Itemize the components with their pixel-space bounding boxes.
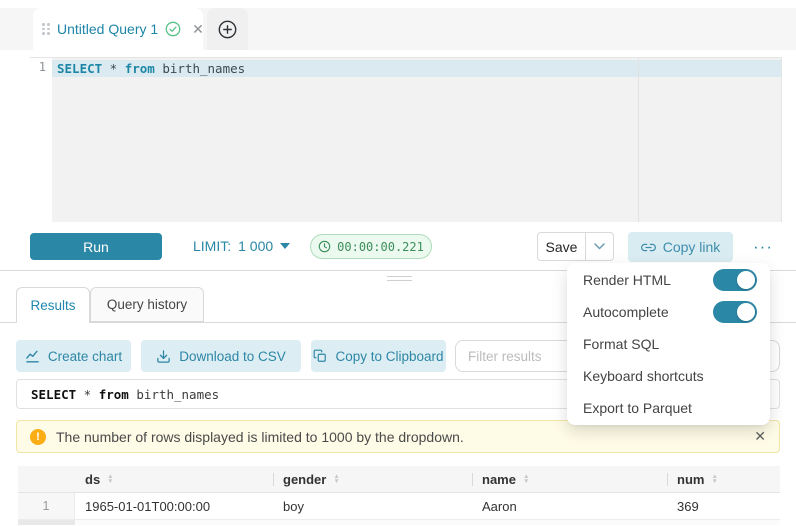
elapsed-time: 00:00:00.221 [337, 240, 424, 254]
row-index-header [18, 466, 75, 492]
copy-link-label: Copy link [663, 239, 721, 255]
chevron-down-icon [594, 243, 605, 250]
sql-table-name: birth_names [155, 61, 245, 76]
save-button[interactable]: Save [537, 232, 586, 261]
editor-print-margin [638, 58, 639, 222]
sort-icon[interactable]: ▲▼ [523, 474, 529, 485]
cell-ds: 1965-01-01T00:00:00 [75, 493, 273, 519]
editor-code-line: SELECT * from birth_names [57, 60, 245, 77]
caret-down-icon [280, 243, 290, 249]
chart-icon [25, 349, 40, 364]
column-divider [273, 473, 274, 486]
copy-link-button[interactable]: Copy link [628, 232, 733, 262]
copy-icon [313, 349, 327, 363]
tab-results[interactable]: Results [16, 287, 90, 323]
column-header-gender[interactable]: gender ▲▼ [273, 466, 472, 492]
sql-keyword: SELECT [31, 387, 76, 402]
create-chart-label: Create chart [48, 349, 122, 364]
sql-keyword: SELECT [57, 61, 102, 76]
column-label: ds [85, 472, 100, 487]
column-label: name [482, 472, 516, 487]
render-html-toggle[interactable] [713, 269, 757, 291]
column-label: gender [283, 472, 326, 487]
drag-handle-icon[interactable] [42, 23, 50, 35]
close-tab-icon[interactable]: ✕ [192, 21, 204, 38]
query-success-icon [165, 21, 181, 37]
menu-item-keyboard-shortcuts[interactable]: Keyboard shortcuts [567, 360, 770, 392]
sql-table-name: birth_names [129, 387, 219, 402]
table-header-row: ds ▲▼ gender ▲▼ name ▲▼ num ▲▼ [18, 466, 780, 493]
new-tab-button[interactable] [207, 8, 248, 50]
column-divider [472, 473, 473, 486]
tab-query-history[interactable]: Query history [90, 287, 204, 322]
column-header-num[interactable]: num ▲▼ [667, 466, 780, 492]
sort-icon[interactable]: ▲▼ [333, 474, 339, 485]
toggle-knob [737, 303, 755, 321]
sql-operator: * [102, 61, 125, 76]
editor-gutter: 1 [30, 58, 52, 222]
tab-untitled-query[interactable]: Untitled Query 1 ✕ [33, 8, 203, 50]
column-divider [667, 473, 668, 486]
menu-item-render-html[interactable]: Render HTML [567, 264, 770, 296]
cell-num: 369 [667, 493, 780, 519]
autocomplete-toggle[interactable] [713, 301, 757, 323]
cell-name: Aaron [472, 493, 667, 519]
run-button[interactable]: Run [30, 233, 162, 260]
more-menu-button[interactable]: ··· [748, 232, 778, 262]
menu-item-format-sql[interactable]: Format SQL [567, 328, 770, 360]
pane-resize-handle[interactable] [387, 276, 412, 284]
menu-item-autocomplete[interactable]: Autocomplete [567, 296, 770, 328]
menu-item-label: Autocomplete [583, 304, 669, 320]
line-number: 1 [39, 60, 46, 74]
tab-title: Untitled Query 1 [57, 21, 158, 37]
sort-icon[interactable]: ▲▼ [107, 474, 113, 485]
menu-item-label: Export to Parquet [583, 400, 692, 416]
warning-icon: ! [30, 429, 46, 445]
download-icon [156, 349, 171, 364]
download-csv-label: Download to CSV [179, 349, 286, 364]
query-timer-badge: 00:00:00.221 [310, 234, 432, 259]
limit-dropdown[interactable]: LIMIT: 1 000 [193, 222, 290, 270]
column-header-ds[interactable]: ds ▲▼ [75, 466, 273, 492]
sql-lab-screen: Untitled Query 1 ✕ 1 SELECT * from birth… [0, 0, 796, 526]
copy-clipboard-button[interactable]: Copy to Clipboard [311, 340, 446, 372]
row-index-cell: 1 [18, 493, 75, 519]
sql-operator: * [76, 387, 99, 402]
limit-label: LIMIT: [193, 238, 231, 254]
column-label: num [677, 472, 704, 487]
plus-circle-icon [218, 20, 237, 39]
sql-editor[interactable]: 1 SELECT * from birth_names [30, 57, 782, 222]
sort-icon[interactable]: ▲▼ [711, 474, 717, 485]
sql-keyword: from [125, 61, 155, 76]
alert-message: The number of rows displayed is limited … [56, 429, 464, 445]
menu-item-label: Render HTML [583, 272, 671, 288]
limit-value: 1 000 [238, 238, 273, 254]
query-tab-bar: Untitled Query 1 ✕ [0, 8, 796, 50]
table-row: 1 1965-01-01T00:00:00 boy Aaron 369 [18, 493, 780, 520]
link-icon [641, 240, 656, 255]
results-table: ds ▲▼ gender ▲▼ name ▲▼ num ▲▼ 1 1965-01… [18, 466, 780, 525]
toggle-knob [737, 271, 755, 289]
table-row-partial [18, 520, 780, 525]
save-dropdown-button[interactable] [585, 232, 614, 261]
more-options-menu: Render HTML Autocomplete Format SQL Keyb… [567, 263, 770, 425]
column-header-name[interactable]: name ▲▼ [472, 466, 667, 492]
alert-close-icon[interactable]: ✕ [754, 428, 766, 445]
create-chart-button[interactable]: Create chart [16, 340, 131, 372]
sql-keyword: from [99, 387, 129, 402]
menu-item-label: Keyboard shortcuts [583, 368, 704, 384]
menu-item-export-parquet[interactable]: Export to Parquet [567, 392, 770, 424]
menu-item-label: Format SQL [583, 336, 659, 352]
copy-clipboard-label: Copy to Clipboard [335, 349, 443, 364]
download-csv-button[interactable]: Download to CSV [141, 340, 301, 372]
cell-gender: boy [273, 493, 472, 519]
clock-icon [318, 240, 331, 253]
